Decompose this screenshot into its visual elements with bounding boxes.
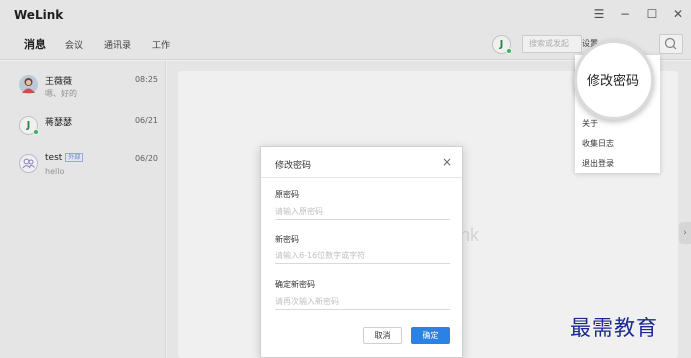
close-icon[interactable]: × — [442, 155, 452, 169]
change-password-dialog: 修改密码 × 原密码 新密码 确定新密码 取消 确定 — [260, 146, 463, 358]
confirm-password-field[interactable] — [275, 294, 450, 310]
new-password-field[interactable] — [275, 248, 450, 264]
new-password-label: 新密码 — [275, 235, 299, 244]
confirm-button[interactable]: 确定 — [411, 327, 450, 344]
old-password-label: 原密码 — [275, 190, 299, 199]
magnifier-callout: 修改密码 — [574, 40, 654, 120]
confirm-password-label: 确定新密码 — [275, 280, 315, 289]
menu-item-about[interactable]: 关于 — [582, 118, 598, 129]
menu-item-change-password[interactable]: 修改密码 — [587, 70, 639, 89]
menu-item-logout[interactable]: 退出登录 — [582, 158, 614, 169]
cancel-button[interactable]: 取消 — [363, 327, 402, 344]
old-password-field[interactable] — [275, 204, 450, 220]
corner-watermark: 最需教育 — [570, 316, 658, 340]
divider — [261, 177, 462, 178]
dialog-title: 修改密码 — [275, 161, 312, 171]
menu-item-collect-logs[interactable]: 收集日志 — [582, 138, 614, 149]
